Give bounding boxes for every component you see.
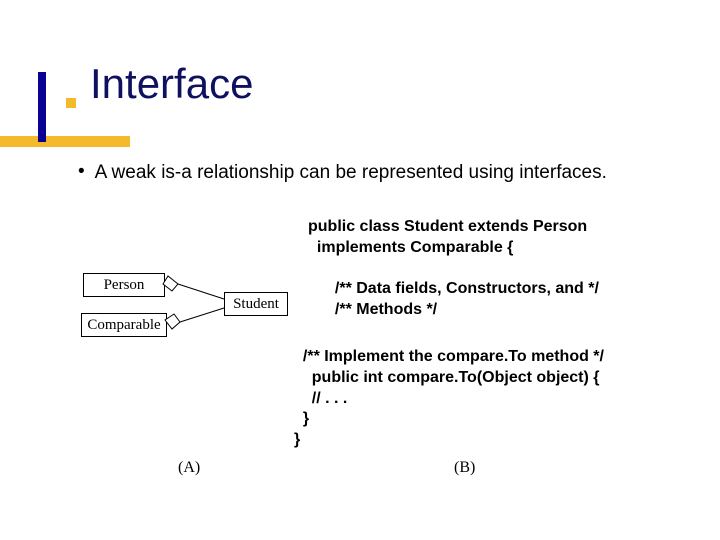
code-compare-to: /** Implement the compare.To method */ p… [294, 347, 604, 451]
code-class-declaration: public class Student extends Person impl… [308, 217, 587, 259]
uml-class-label: Comparable [87, 317, 160, 334]
uml-class-student: Student [224, 292, 288, 316]
bullet-text: A weak is-a relationship can be represen… [95, 160, 666, 186]
slide: Interface • A weak is-a relationship can… [0, 0, 720, 540]
bullet-dot-icon: • [78, 160, 85, 185]
title-accent-vertical [38, 72, 46, 142]
title-accent-square [66, 98, 76, 108]
label-b: (B) [454, 459, 475, 477]
slide-title: Interface [90, 60, 253, 108]
bullet-item: • A weak is-a relationship can be repres… [78, 160, 666, 186]
code-fields-methods: /** Data fields, Constructors, and */ /*… [326, 279, 599, 321]
title-accent-horizontal [0, 136, 130, 147]
label-a: (A) [178, 459, 200, 477]
uml-interface-comparable: Comparable [81, 313, 167, 337]
uml-class-person: Person [83, 273, 165, 297]
uml-class-label: Student [233, 296, 279, 313]
uml-class-label: Person [104, 277, 145, 294]
